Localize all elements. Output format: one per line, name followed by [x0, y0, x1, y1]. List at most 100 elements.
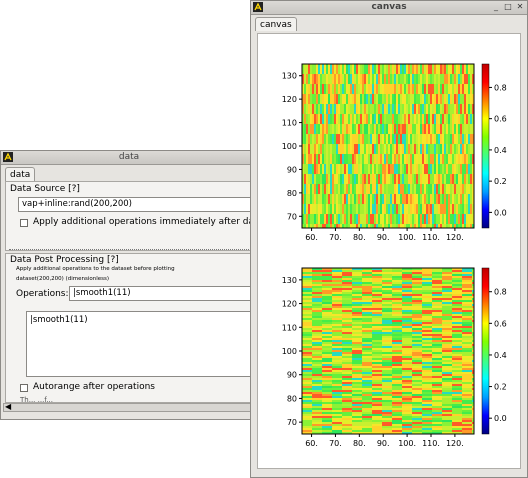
- heatmap-cell: [354, 104, 356, 114]
- maximize-icon[interactable]: □: [503, 2, 513, 12]
- heatmap-cell: [358, 184, 360, 194]
- heatmap-cell: [412, 224, 414, 228]
- heatmap-cell: [342, 328, 353, 330]
- heatmap-cell: [470, 144, 472, 154]
- heatmap-cell: [440, 154, 442, 164]
- heatmap-cell: [432, 278, 443, 280]
- x-tick-label: 120.: [446, 439, 464, 448]
- data-source-input[interactable]: vap+inline:rand(200,200): [18, 197, 257, 212]
- apply-operations-checkbox[interactable]: [20, 219, 28, 227]
- heatmap-cell: [334, 134, 336, 145]
- colorbar-upper: [481, 63, 490, 229]
- heatmap-cell: [324, 134, 326, 144]
- heatmap-cell: [460, 204, 462, 214]
- heatmap-cell: [426, 194, 428, 205]
- heatmap-cell: [386, 104, 388, 114]
- heatmap-cell: [438, 224, 440, 228]
- heatmap-cell: [372, 376, 382, 378]
- plot-canvas[interactable]: 70 80 90 100 110 120 130 60. 70. 80. 90. 100. 110. 12…: [257, 33, 521, 469]
- heatmap-cell: [406, 224, 408, 228]
- heatmap-cell: [422, 330, 433, 332]
- heatmap-cell: [442, 306, 452, 308]
- heatmap-cell: [412, 154, 414, 164]
- heatmap-cell: [382, 284, 392, 286]
- heatmap-cell: [432, 348, 442, 350]
- heatmap-cell: [362, 286, 373, 288]
- post-processing-header[interactable]: Data Post Processing [?]: [10, 255, 119, 265]
- y-tick-label: 80: [287, 189, 297, 198]
- operations-editor[interactable]: |smooth1(11): [26, 311, 257, 377]
- heatmap-cell: [306, 134, 308, 145]
- heatmap-cell: [320, 114, 322, 124]
- heatmap-cell: [320, 214, 322, 224]
- horizontal-scrollbar[interactable]: ◀: [3, 402, 257, 412]
- heatmap-cell: [362, 350, 373, 352]
- heatmap-cell: [458, 224, 460, 228]
- heatmap-cell: [376, 74, 378, 85]
- scroll-left-arrow-icon[interactable]: ◀: [5, 402, 11, 411]
- tab-canvas[interactable]: canvas: [255, 17, 297, 31]
- heatmap-cell: [374, 114, 376, 124]
- operations-input[interactable]: |smooth1(11): [69, 286, 257, 301]
- heatmap-cell: [336, 114, 338, 125]
- heatmap-cell: [406, 104, 408, 114]
- heatmap-cell: [360, 224, 362, 228]
- heatmap-cell: [408, 74, 410, 84]
- heatmap-plots[interactable]: 70 80 90 100 110 120 130 60. 70. 80. 90. 100. 110. 12…: [258, 34, 520, 468]
- heatmap-cell: [372, 154, 374, 165]
- heatmap-cell: [412, 286, 423, 288]
- heatmap-cell: [332, 316, 342, 318]
- heatmap-cell: [430, 74, 432, 84]
- heatmap-cell: [382, 422, 393, 424]
- heatmap-cell: [422, 214, 424, 225]
- data-window: data data Data Source [?] vap+inline:ran…: [0, 150, 258, 420]
- heatmap-cell: [376, 204, 378, 215]
- heatmap-cell: [352, 372, 363, 374]
- heatmap-cell: [352, 184, 354, 195]
- autorange-label: Autorange after operations: [33, 382, 155, 392]
- heatmap-cell: [306, 94, 308, 104]
- heatmap-cell: [402, 342, 412, 344]
- close-icon[interactable]: ✕: [515, 2, 525, 12]
- heatmap-cell: [348, 224, 350, 228]
- data-window-titlebar[interactable]: data: [1, 151, 257, 165]
- heatmap-cell: [422, 398, 432, 400]
- canvas-window-titlebar[interactable]: canvas _ □ ✕: [251, 1, 527, 15]
- heatmap-cell: [418, 154, 420, 164]
- autorange-checkbox[interactable]: [20, 384, 28, 392]
- heatmap-cell: [378, 94, 380, 105]
- heatmap-cell: [466, 94, 468, 105]
- heatmap-cell: [392, 384, 403, 386]
- minimize-icon[interactable]: _: [491, 2, 501, 12]
- heatmap-cell: [334, 144, 336, 155]
- heatmap-cell: [302, 408, 312, 410]
- heatmap-cell: [312, 280, 323, 282]
- heatmap-cell: [412, 320, 423, 322]
- heatmap-cell: [402, 368, 412, 370]
- heatmap-cell: [442, 384, 452, 386]
- heatmap-cell: [432, 376, 442, 378]
- heatmap-cell: [460, 104, 462, 115]
- heatmap-cell: [332, 296, 343, 298]
- heatmap-cell: [442, 144, 444, 154]
- heatmap-cell: [346, 224, 348, 228]
- heatmap-cell: [368, 124, 370, 134]
- heatmap-cell: [338, 124, 340, 135]
- heatmap-cell: [408, 194, 410, 204]
- data-source-header[interactable]: Data Source [?]: [10, 184, 80, 194]
- heatmap-cell: [460, 84, 462, 94]
- heatmap-cell: [444, 84, 446, 94]
- heatmap-cell: [422, 298, 432, 300]
- tab-data[interactable]: data: [5, 167, 36, 181]
- heatmap-cell: [374, 74, 376, 85]
- heatmap-cell: [322, 154, 324, 165]
- heatmap-cell: [342, 300, 353, 302]
- heatmap-cell: [452, 384, 462, 386]
- heatmap-cell: [432, 306, 443, 308]
- colorbar-tick-label: 0.2: [494, 383, 507, 392]
- heatmap-cell: [328, 154, 330, 165]
- x-tick-label: 100.: [398, 233, 416, 242]
- heatmap-cell: [332, 74, 334, 84]
- heatmap-cell: [342, 320, 352, 322]
- heatmap-cell: [402, 426, 412, 428]
